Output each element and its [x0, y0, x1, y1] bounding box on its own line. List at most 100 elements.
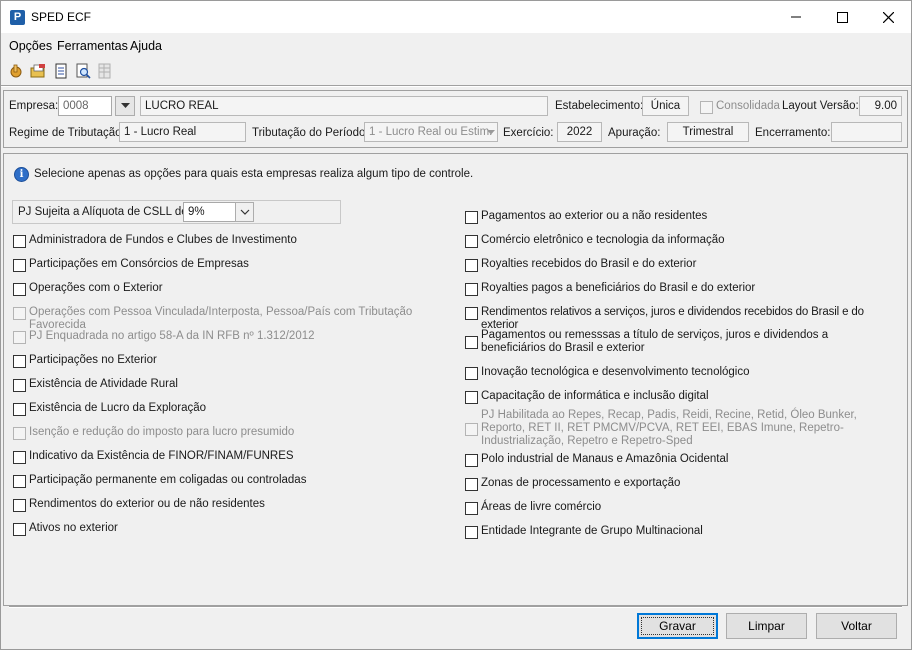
gravar-button[interactable]: Gravar — [637, 613, 718, 639]
checkbox[interactable] — [465, 526, 478, 539]
checkbox[interactable] — [465, 307, 478, 320]
option-atividade-rural[interactable]: Existência de Atividade Rural — [13, 378, 453, 392]
checkbox[interactable] — [13, 355, 26, 368]
checkbox[interactable] — [13, 427, 26, 440]
checkbox[interactable] — [465, 336, 478, 349]
checkbox[interactable] — [13, 379, 26, 392]
checkbox[interactable] — [13, 235, 26, 248]
option-areas-livre-comercio[interactable]: Áreas de livre comércio — [465, 501, 895, 515]
menu-bar: Opções Ferramentas Ajuda — [1, 34, 911, 58]
minimize-icon — [791, 16, 801, 18]
checkbox[interactable] — [13, 523, 26, 536]
consolidada-checkbox[interactable] — [700, 101, 713, 114]
document-icon[interactable] — [52, 62, 70, 80]
exercicio-field: 2022 — [557, 122, 602, 142]
option-inovacao-tecnologica[interactable]: Inovação tecnológica e desenvolvimento t… — [465, 366, 895, 380]
checkbox[interactable] — [465, 502, 478, 515]
app-logo-icon: P — [10, 10, 25, 25]
close-button[interactable] — [865, 1, 911, 33]
empresa-code-field[interactable]: 0008 — [58, 96, 112, 116]
chevron-down-icon — [120, 103, 130, 108]
checkbox[interactable] — [13, 475, 26, 488]
option-pessoa-vinculada[interactable]: Operações com Pessoa Vinculada/Interpost… — [13, 306, 453, 332]
limpar-button[interactable]: Limpar — [726, 613, 807, 639]
checkbox[interactable] — [13, 307, 26, 320]
csll-select[interactable]: 9% — [183, 202, 236, 222]
option-grupo-multinacional[interactable]: Entidade Integrante de Grupo Multinacion… — [465, 525, 895, 539]
option-royalties-recebidos[interactable]: Royalties recebidos do Brasil e do exter… — [465, 258, 895, 272]
option-ativos-exterior[interactable]: Ativos no exterior — [13, 522, 453, 536]
checkbox[interactable] — [465, 454, 478, 467]
tributacao-periodo-select[interactable]: 1 - Lucro Real ou Estim. — [364, 122, 498, 142]
csll-dropdown-button[interactable] — [235, 202, 254, 222]
info-icon: i — [14, 167, 29, 182]
chevron-down-icon — [240, 209, 249, 215]
menu-ferramentas[interactable]: Ferramentas — [57, 39, 128, 53]
csll-group: PJ Sujeita a Alíquota de CSLL de: 9% — [12, 200, 341, 224]
apuracao-label: Apuração: — [608, 127, 661, 139]
option-rendimentos-exterior[interactable]: Rendimentos do exterior ou de não reside… — [13, 498, 453, 512]
minimize-button[interactable] — [773, 1, 819, 33]
checkbox[interactable] — [465, 211, 478, 224]
checkbox[interactable] — [465, 283, 478, 296]
estabelecimento-label: Estabelecimento: — [555, 100, 644, 112]
checkbox[interactable] — [465, 235, 478, 248]
checkbox[interactable] — [465, 391, 478, 404]
option-pagamentos-exterior[interactable]: Pagamentos ao exterior ou a não resident… — [465, 210, 895, 224]
option-coligadas[interactable]: Participação permanente em coligadas ou … — [13, 474, 453, 488]
option-operacoes-exterior[interactable]: Operações com o Exterior — [13, 282, 453, 296]
checkbox[interactable] — [465, 259, 478, 272]
title-bar: P SPED ECF — [1, 1, 911, 33]
option-zonas-exportacao[interactable]: Zonas de processamento e exportação — [465, 477, 895, 491]
toolbar-separator — [1, 85, 911, 87]
option-capacitacao-informatica[interactable]: Capacitação de informática e inclusão di… — [465, 390, 895, 404]
option-adm-fundos[interactable]: Administradora de Fundos e Clubes de Inv… — [13, 234, 453, 248]
checkbox[interactable] — [465, 367, 478, 380]
footer-separator — [9, 606, 902, 608]
maximize-icon — [836, 11, 848, 23]
menu-opcoes[interactable]: Opções — [9, 39, 52, 53]
hand-point-icon[interactable] — [7, 62, 25, 80]
exercicio-label: Exercício: — [503, 127, 554, 139]
option-finor[interactable]: Indicativo da Existência de FINOR/FINAM/… — [13, 450, 453, 464]
checkbox[interactable] — [13, 283, 26, 296]
empresa-dropdown-button[interactable] — [115, 96, 135, 116]
empresa-label: Empresa: — [9, 100, 59, 112]
voltar-button[interactable]: Voltar — [816, 613, 897, 639]
checkbox[interactable] — [465, 478, 478, 491]
checkbox[interactable] — [13, 331, 26, 344]
checkbox[interactable] — [13, 403, 26, 416]
chevron-down-icon — [487, 130, 495, 135]
option-participacoes-exterior[interactable]: Participações no Exterior — [13, 354, 453, 368]
layout-versao-label: Layout Versão: — [782, 100, 859, 112]
app-window: P SPED ECF Opções Ferramentas Ajuda Empr… — [0, 0, 912, 650]
checkbox[interactable] — [13, 451, 26, 464]
option-consorcios[interactable]: Participações em Consórcios de Empresas — [13, 258, 453, 272]
checkbox[interactable] — [465, 422, 478, 436]
regime-tributacao-label: Regime de Tributação: — [9, 127, 125, 139]
info-text: Selecione apenas as opções para quais es… — [34, 168, 474, 180]
consolidada-label: Consolidada — [716, 100, 780, 112]
option-pagamentos-remessas[interactable]: Pagamentos ou remesssas a título de serv… — [465, 329, 890, 355]
toolbar — [1, 59, 911, 85]
checkbox[interactable] — [13, 259, 26, 272]
checkbox[interactable] — [13, 499, 26, 512]
option-pj-habilitada-repes[interactable]: PJ Habilitada ao Repes, Recap, Padis, Re… — [465, 409, 893, 448]
maximize-button[interactable] — [819, 1, 865, 33]
company-header-panel: Empresa: 0008 LUCRO REAL Estabelecimento… — [3, 90, 908, 148]
search-document-icon[interactable] — [74, 62, 92, 80]
layout-versao-field: 9.00 — [859, 96, 902, 116]
consolidada-checkbox-row[interactable]: Consolidada — [700, 100, 780, 114]
open-folder-icon[interactable] — [29, 62, 47, 80]
options-panel: i Selecione apenas as opções para quais … — [3, 153, 908, 608]
option-artigo-58a[interactable]: PJ Enquadrada no artigo 58-A da IN RFB n… — [13, 330, 453, 344]
encerramento-label: Encerramento: — [755, 127, 831, 139]
option-isencao-presumido[interactable]: Isenção e redução do imposto para lucro … — [13, 426, 453, 440]
option-royalties-pagos[interactable]: Royalties pagos a beneficiários do Brasi… — [465, 282, 895, 296]
option-polo-manaus[interactable]: Polo industrial de Manaus e Amazônia Oci… — [465, 453, 895, 467]
menu-ajuda[interactable]: Ajuda — [130, 39, 162, 53]
tributacao-periodo-label: Tributação do Período: — [252, 127, 369, 139]
option-lucro-exploracao[interactable]: Existência de Lucro da Exploração — [13, 402, 453, 416]
option-comercio-eletronico[interactable]: Comércio eletrônico e tecnologia da info… — [465, 234, 895, 248]
regime-tributacao-field: 1 - Lucro Real — [119, 122, 246, 142]
